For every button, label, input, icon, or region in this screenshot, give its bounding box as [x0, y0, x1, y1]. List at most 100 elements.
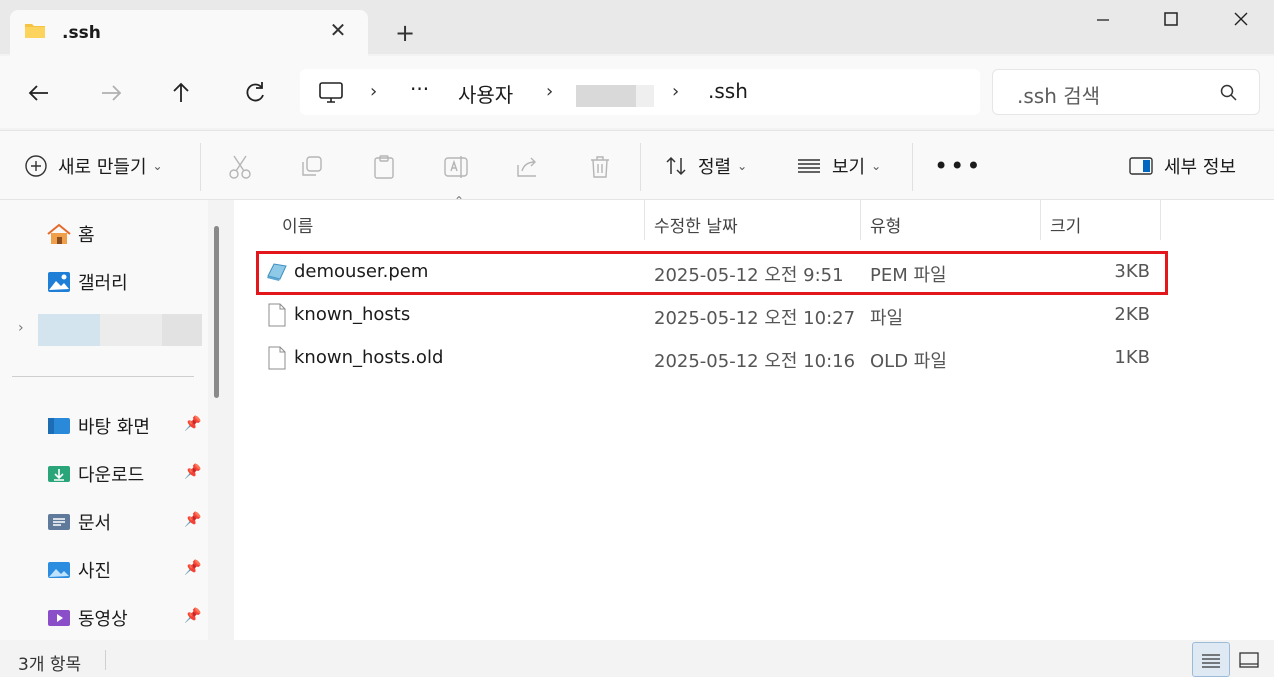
file-size: 1KB — [1114, 347, 1150, 368]
column-divider[interactable] — [1160, 200, 1161, 240]
file-modified: 2025-05-12 오전 10:16 — [654, 351, 856, 372]
new-button-label: 새로 만들기 — [58, 157, 147, 178]
file-row[interactable]: demouser.pem 2025-05-12 오전 9:51 PEM 파일 3… — [256, 252, 1166, 292]
paste-icon[interactable] — [370, 153, 398, 181]
file-list: ⌃ 이름 수정한 날짜 유형 크기 demouser.pem 2025-05-1… — [234, 194, 1274, 640]
sort-label: 정렬 — [698, 157, 732, 178]
pin-icon[interactable]: 📌 — [184, 608, 201, 624]
file-row[interactable]: known_hosts 2025-05-12 오전 10:27 파일 2KB — [256, 295, 1166, 335]
file-explorer-window: .ssh ✕ + › ··· 사용자 › › .ssh .ssh 검색 새로 만… — [0, 0, 1274, 677]
search-icon[interactable] — [1219, 83, 1239, 103]
maximize-button[interactable] — [1148, 4, 1194, 34]
navigation-bar: › ··· 사용자 › › .ssh .ssh 검색 — [0, 56, 1274, 128]
sort-button[interactable]: 정렬 ⌄ — [664, 151, 747, 181]
sidebar-scrollbar[interactable] — [214, 226, 219, 398]
view-button[interactable]: 보기 ⌄ — [796, 151, 881, 181]
more-options-icon[interactable]: ••• — [934, 151, 982, 181]
tab-ssh[interactable]: .ssh ✕ — [10, 10, 368, 56]
file-type: OLD 파일 — [870, 351, 947, 372]
delete-icon[interactable] — [586, 153, 614, 181]
column-header-size[interactable]: 크기 — [1050, 212, 1081, 237]
chevron-right-icon: › — [672, 81, 680, 102]
sidebar-item-documents[interactable]: 문서 — [46, 508, 111, 536]
sidebar-item-redacted[interactable] — [38, 314, 202, 346]
status-bar: 3개 항목 — [0, 640, 1274, 677]
column-divider[interactable] — [644, 200, 645, 240]
plus-circle-icon — [25, 155, 47, 177]
chevron-down-icon: ⌄ — [152, 159, 163, 173]
details-view-button[interactable] — [1192, 642, 1230, 677]
rename-icon[interactable] — [442, 153, 470, 181]
breadcrumb-more[interactable]: ··· — [410, 77, 429, 101]
sidebar-item-label: 사진 — [78, 561, 112, 582]
sidebar-item-downloads[interactable]: 다운로드 — [46, 460, 144, 488]
tab-title: .ssh — [62, 23, 101, 43]
sidebar-item-pictures[interactable]: 사진 — [46, 556, 111, 584]
sidebar-item-desktop[interactable]: 바탕 화면 — [46, 412, 150, 440]
sidebar-item-label: 바탕 화면 — [78, 417, 150, 438]
file-modified: 2025-05-12 오전 9:51 — [654, 265, 844, 286]
file-modified: 2025-05-12 오전 10:27 — [654, 308, 856, 329]
close-window-button[interactable] — [1218, 4, 1264, 34]
file-name: known_hosts.old — [294, 347, 444, 368]
sidebar-item-label: 갤러리 — [78, 273, 128, 294]
new-button[interactable]: 새로 만들기 ⌄ — [24, 151, 163, 181]
column-header-modified[interactable]: 수정한 날짜 — [654, 212, 738, 237]
computer-icon — [319, 82, 343, 103]
toolbar-divider — [200, 143, 201, 191]
toolbar-divider — [640, 143, 641, 191]
column-divider[interactable] — [860, 200, 861, 240]
up-icon[interactable] — [166, 78, 196, 108]
address-bar[interactable]: › ··· 사용자 › › .ssh — [300, 69, 980, 115]
chevron-right-icon: › — [546, 81, 554, 102]
sidebar-item-gallery[interactable]: 갤러리 — [46, 268, 128, 296]
desktop-folder-icon — [48, 418, 70, 434]
breadcrumb-current[interactable]: .ssh — [708, 79, 748, 103]
file-name: known_hosts — [294, 304, 411, 325]
column-divider[interactable] — [1040, 200, 1041, 240]
chevron-right-icon: › — [370, 81, 378, 102]
status-divider — [105, 650, 106, 670]
minimize-button[interactable] — [1080, 4, 1126, 34]
cut-icon[interactable] — [226, 153, 254, 181]
generic-file-icon — [268, 303, 286, 327]
column-header-name[interactable]: 이름 — [282, 212, 313, 237]
pin-icon[interactable]: 📌 — [184, 464, 201, 480]
tiles-view-icon — [1239, 652, 1259, 668]
file-row[interactable]: known_hosts.old 2025-05-12 오전 10:16 OLD … — [256, 338, 1166, 378]
search-placeholder: .ssh 검색 — [1017, 84, 1101, 108]
generic-file-icon — [268, 346, 286, 370]
sidebar-item-label: 다운로드 — [78, 465, 145, 486]
close-tab-icon[interactable]: ✕ — [326, 18, 350, 42]
tiles-view-button[interactable] — [1234, 642, 1272, 677]
column-header-type[interactable]: 유형 — [870, 212, 901, 237]
folder-icon — [25, 24, 45, 38]
share-icon[interactable] — [514, 153, 542, 181]
pin-icon[interactable]: 📌 — [184, 560, 201, 576]
details-view-icon — [1202, 654, 1220, 668]
details-pane-icon — [1129, 157, 1153, 175]
back-icon[interactable] — [24, 78, 54, 108]
copy-icon[interactable] — [298, 153, 326, 181]
sidebar-item-label: 홈 — [78, 225, 95, 246]
chevron-down-icon: ⌄ — [871, 159, 882, 173]
breadcrumb-users[interactable]: 사용자 — [458, 79, 513, 108]
sort-icon — [666, 156, 686, 176]
documents-folder-icon — [48, 514, 70, 530]
pin-icon[interactable]: 📌 — [184, 512, 201, 528]
sidebar-item-home[interactable]: 홈 — [46, 220, 95, 248]
command-bar: 새로 만들기 ⌄ 정렬 ⌄ 보기 ⌄ ••• 세부 정보 — [0, 130, 1274, 200]
refresh-icon[interactable] — [240, 78, 270, 108]
breadcrumb-redacted-user[interactable] — [576, 85, 654, 107]
forward-icon[interactable] — [96, 78, 126, 108]
file-size: 2KB — [1114, 304, 1150, 325]
details-pane-label: 세부 정보 — [1164, 157, 1236, 178]
pin-icon[interactable]: 📌 — [184, 416, 201, 432]
file-size: 3KB — [1114, 261, 1150, 282]
chevron-right-icon[interactable]: › — [18, 320, 24, 336]
navigation-pane: 홈 갤러리 › 바탕 화면 📌 다운로드 📌 문서 📌 사진 📌 동영상 📌 — [0, 200, 208, 640]
details-pane-button[interactable]: 세부 정보 — [1128, 151, 1236, 181]
sidebar-item-videos[interactable]: 동영상 — [46, 604, 128, 632]
search-box[interactable]: .ssh 검색 — [992, 69, 1260, 115]
new-tab-button[interactable]: + — [392, 20, 418, 46]
